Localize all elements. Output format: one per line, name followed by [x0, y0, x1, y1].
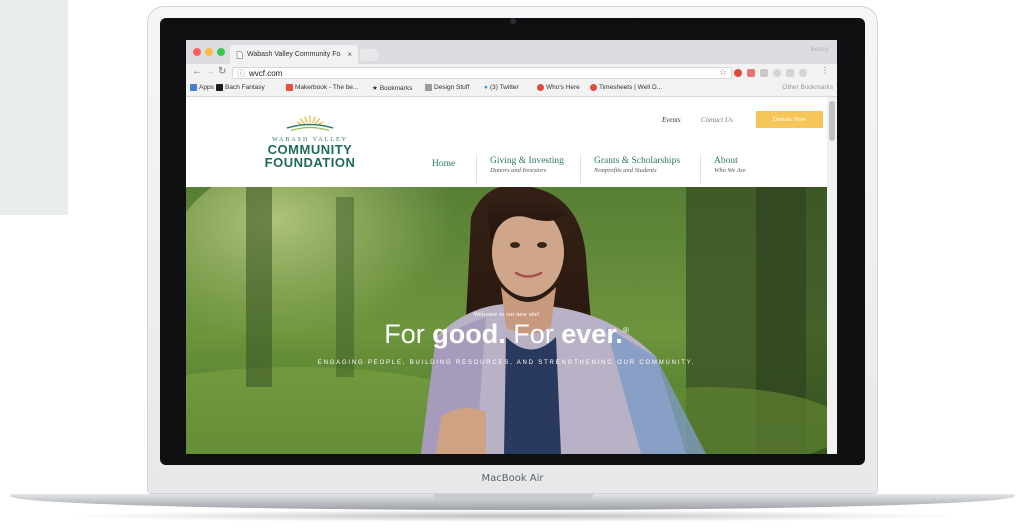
bookmark-label: Apps	[199, 84, 214, 91]
contact-link[interactable]: Contact Us	[701, 116, 733, 124]
bookmark-item[interactable]: Design Stuff	[425, 84, 469, 91]
bookmark-icon	[590, 84, 597, 91]
extension-icon[interactable]	[773, 69, 781, 77]
nav-sublabel: Nonprofits and Students	[594, 167, 657, 174]
extension-icon[interactable]	[786, 69, 794, 77]
bookmark-label: (3) Twitter	[489, 84, 519, 91]
hero-welcome-text: Welcome to our new site!	[473, 311, 540, 318]
url-text: wvcf.com	[249, 68, 283, 78]
donate-button[interactable]: Donate Now	[756, 111, 823, 128]
bookmark-item[interactable]: ● (3) Twitter	[484, 84, 519, 91]
star-icon: ★	[372, 85, 378, 92]
minimize-window-button[interactable]	[205, 48, 213, 56]
bookmark-icon	[537, 84, 544, 91]
url-field[interactable]: ⓘ wvcf.com	[232, 67, 732, 79]
headline-bold: good.	[432, 319, 506, 349]
browser-toolbar: ← → ↻ ⓘ wvcf.com ☆ ⋮	[186, 64, 837, 82]
bookmark-icon	[216, 84, 223, 91]
camera-icon	[510, 18, 516, 24]
hero-banner: Welcome to our new site! For good. For e…	[186, 187, 827, 454]
forward-arrow-icon[interactable]: →	[205, 66, 215, 77]
headline-part: For	[505, 319, 562, 349]
bookmark-icon	[286, 84, 293, 91]
bookmark-label: Makerbook - The be...	[295, 84, 359, 91]
bookmark-item[interactable]: Makerbook - The be...	[286, 84, 358, 91]
hero-headline: For good. For ever.®	[186, 319, 827, 350]
headline-part: For	[384, 319, 433, 349]
tab-title: Wabash Valley Community Fo	[247, 51, 341, 58]
close-window-button[interactable]	[193, 48, 201, 56]
nav-divider	[700, 155, 701, 183]
bookmark-star-icon[interactable]: ☆	[719, 67, 727, 78]
nav-divider	[580, 155, 581, 183]
nav-label: Giving & Investing	[490, 156, 564, 166]
page-scrollbar[interactable]	[827, 97, 837, 454]
nav-divider	[476, 155, 477, 183]
site-header: WABASH VALLEY COMMUNITY FOUNDATION Event…	[186, 97, 827, 187]
bookmark-item[interactable]: ★ Bookmarks	[372, 84, 413, 93]
bookmark-item[interactable]: Apps	[190, 84, 214, 91]
folder-icon	[425, 84, 432, 91]
nav-label: About	[714, 156, 738, 166]
screen: Wabash Valley Community Fo × Betsey ← → …	[186, 40, 837, 454]
site-logo[interactable]: WABASH VALLEY COMMUNITY FOUNDATION	[250, 113, 370, 169]
bookmark-label: Design Stuff	[434, 84, 470, 91]
nav-label: Home	[432, 159, 456, 169]
info-icon: ⓘ	[237, 68, 245, 78]
maximize-window-button[interactable]	[217, 48, 225, 56]
nav-grants-scholarships[interactable]: Grants & Scholarships Nonprofits and Stu…	[594, 156, 680, 174]
logo-line-2: FOUNDATION	[264, 155, 356, 170]
bookmark-item[interactable]: Bach Fantasy	[216, 84, 265, 91]
extension-icon[interactable]	[747, 69, 755, 77]
browser-tab[interactable]: Wabash Valley Community Fo ×	[230, 45, 358, 64]
nav-about[interactable]: About Who We Are	[714, 156, 746, 174]
bookmark-label: Bookmarks	[379, 84, 413, 92]
laptop-notch	[433, 494, 593, 500]
nav-sublabel: Donors and Investors	[490, 167, 547, 174]
reload-icon[interactable]: ↻	[218, 66, 226, 77]
nav-home[interactable]: Home	[432, 159, 455, 169]
twitter-icon: ●	[484, 84, 488, 91]
extension-icon[interactable]	[799, 69, 807, 77]
extension-icon[interactable]	[734, 69, 742, 77]
nav-label: Grants & Scholarships	[594, 156, 681, 166]
apps-icon	[190, 84, 197, 91]
laptop-shadow	[60, 510, 965, 522]
back-arrow-icon[interactable]: ←	[192, 66, 202, 77]
bookmarks-bar: Apps Bach Fantasy Makerbook - The be... …	[186, 82, 837, 97]
profile-label[interactable]: Betsey	[811, 47, 829, 53]
other-bookmarks[interactable]: Other Bookmarks	[782, 84, 833, 91]
extension-icon[interactable]	[760, 69, 768, 77]
bookmark-label: Timesheets | Well D...	[599, 84, 663, 91]
bookmark-label: Bach Fantasy	[225, 84, 265, 91]
browser-tab-bar: Wabash Valley Community Fo × Betsey	[186, 40, 837, 64]
bookmark-item[interactable]: Timesheets | Well D...	[590, 84, 662, 91]
bookmark-label: Who's Here	[546, 84, 580, 91]
tab-close-icon[interactable]: ×	[347, 50, 352, 59]
page-icon	[236, 50, 243, 59]
background-panel	[0, 0, 68, 215]
headline-bold: ever.	[561, 319, 623, 349]
bookmark-item[interactable]: Who's Here	[537, 84, 580, 91]
laptop-model-label: MacBook Air	[481, 473, 544, 484]
nav-giving-investing[interactable]: Giving & Investing Donors and Investors	[490, 156, 564, 174]
nav-sublabel: Who We Are	[714, 167, 746, 174]
registered-mark: ®	[622, 326, 629, 335]
menu-icon[interactable]: ⋮	[821, 66, 829, 75]
hero-tagline: ENGAGING PEOPLE, BUILDING RESOURCES, AND…	[317, 360, 696, 366]
events-link[interactable]: Events	[662, 116, 681, 124]
new-tab-button[interactable]	[360, 49, 378, 61]
scrollbar-thumb[interactable]	[829, 101, 835, 141]
sunrise-logo-icon	[286, 115, 334, 132]
